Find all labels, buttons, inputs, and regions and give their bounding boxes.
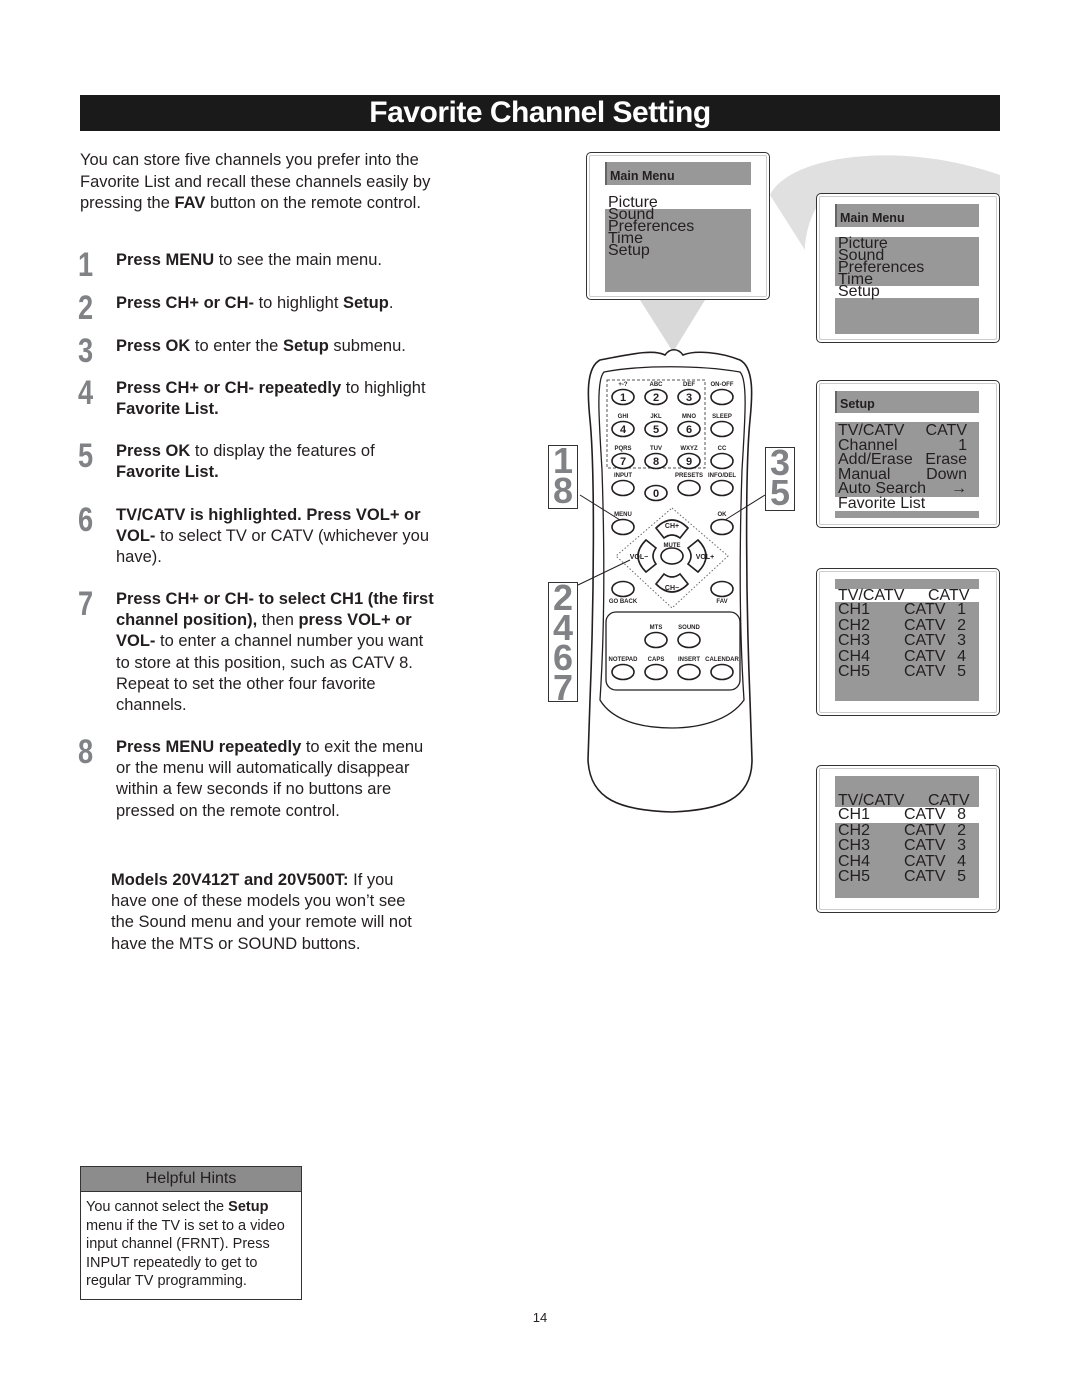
vol-down-label: VOL− <box>630 554 648 561</box>
key-3-button-label: DEF <box>683 382 695 388</box>
key-0-button-digit: 0 <box>653 488 659 500</box>
mute-label: MUTE <box>664 543 681 549</box>
key-5-button-digit: 5 <box>653 424 659 436</box>
fav-label: FAV <box>716 599 727 605</box>
sound-button[interactable] <box>677 631 701 649</box>
info-del-button[interactable] <box>710 479 734 497</box>
input-button[interactable] <box>611 479 635 497</box>
cc-button-label: CC <box>718 446 727 452</box>
key-9-button-label: WXYZ <box>680 446 698 452</box>
calendar-button[interactable] <box>710 663 734 681</box>
key-6-button-label: MNO <box>682 414 696 420</box>
key-8-button-digit: 8 <box>653 456 659 468</box>
key-6-button-digit: 6 <box>686 424 692 436</box>
callout-number: 8 <box>552 470 574 511</box>
info-del-button-label: INFO/DEL <box>708 473 736 479</box>
notepad-button[interactable] <box>611 663 635 681</box>
key-3-button-digit: 3 <box>686 392 692 404</box>
key-4-button-label: GHI <box>618 414 629 420</box>
cc-button[interactable] <box>710 452 734 470</box>
vol-up-label: VOL+ <box>696 554 714 561</box>
key-2-button-digit: 2 <box>653 392 659 404</box>
ok-button-label: OK <box>718 512 728 518</box>
notepad-button-label: NOTEPAD <box>609 657 639 663</box>
key-1-button-label: +-? <box>618 382 628 388</box>
sleep-button-label: SLEEP <box>712 414 732 420</box>
menu-button[interactable] <box>611 518 635 536</box>
key-2-button-label: ABC <box>650 382 664 388</box>
key-9-button-digit: 9 <box>686 456 692 468</box>
on-off-button-label: ON-OFF <box>711 382 734 388</box>
callout-number: 7 <box>552 667 574 708</box>
key-5-button-label: JKL <box>650 414 662 420</box>
presets-button[interactable] <box>677 479 701 497</box>
callout-number: 5 <box>769 472 791 513</box>
key-7-button-digit: 7 <box>620 456 626 468</box>
callout-steps-2-4-6-7: 2 4 6 7 <box>548 580 578 708</box>
on-off-button[interactable] <box>710 388 734 406</box>
key-4-button-digit: 4 <box>620 424 627 436</box>
sound-button-label: SOUND <box>678 625 700 631</box>
mute-button[interactable] <box>660 547 684 565</box>
callout-steps-1-8: 1 8 <box>548 443 578 511</box>
remote-control: +-? 1 ABC 2 DEF 3 ON-OFF GHI 4 JKL 5 MNO 6 SLEEP PQRS 7… <box>577 348 766 813</box>
ch-up-label: CH+ <box>665 523 679 530</box>
sleep-button[interactable] <box>710 420 734 438</box>
presets-button-label: PRESETS <box>675 473 703 479</box>
key-1-button-digit: 1 <box>620 392 626 404</box>
go-back-label: GO BACK <box>609 599 638 605</box>
mts-button[interactable] <box>644 631 668 649</box>
insert-button[interactable] <box>677 663 701 681</box>
fav-button[interactable] <box>710 580 734 598</box>
mts-button-label: MTS <box>650 625 663 631</box>
caps-button[interactable] <box>644 663 668 681</box>
ch-down-label: CH− <box>665 585 679 592</box>
calendar-button-label: CALENDAR <box>705 657 739 663</box>
key-8-button-label: TUV <box>650 446 662 452</box>
go-back-button[interactable] <box>611 580 635 598</box>
input-button-label: INPUT <box>614 473 632 479</box>
caps-button-label: CAPS <box>648 657 665 663</box>
menu-button-label: MENU <box>614 512 632 518</box>
key-7-button-label: PQRS <box>614 446 631 452</box>
ok-button[interactable] <box>710 518 734 536</box>
insert-button-label: INSERT <box>678 657 700 663</box>
callout-steps-3-5: 3 5 <box>765 445 795 513</box>
